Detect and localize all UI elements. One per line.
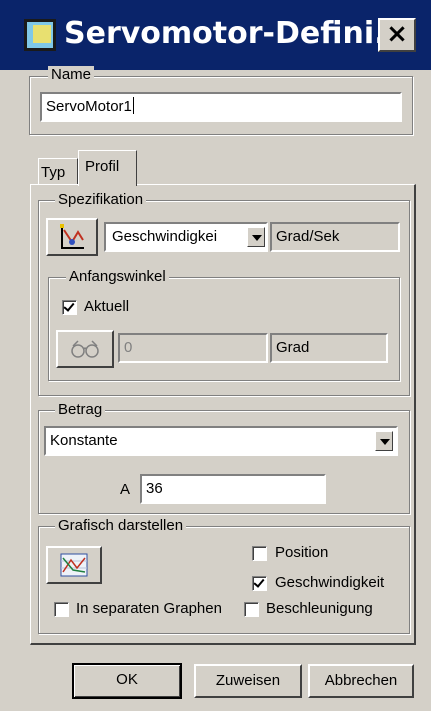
aktuell-checkbox[interactable] bbox=[62, 300, 77, 315]
name-input[interactable]: ServoMotor1 bbox=[40, 92, 402, 122]
tab-profil-label: Profil bbox=[85, 158, 120, 175]
beschleunigung-label: Beschleunigung bbox=[266, 600, 373, 617]
anfangswinkel-legend: Anfangswinkel bbox=[66, 268, 169, 286]
grafisch-legend: Grafisch darstellen bbox=[55, 517, 187, 535]
ok-button-label: OK bbox=[116, 671, 138, 688]
close-button[interactable]: × bbox=[378, 18, 416, 52]
position-checkbox[interactable] bbox=[252, 546, 267, 561]
cancel-button[interactable]: Abbrechen bbox=[308, 664, 414, 698]
geschwindigkeit-checkbox[interactable] bbox=[252, 576, 267, 591]
ok-button[interactable]: OK bbox=[72, 663, 182, 699]
aktuell-label: Aktuell bbox=[84, 298, 130, 315]
tab-profil[interactable]: Profil bbox=[78, 150, 137, 186]
betrag-select[interactable]: Konstante bbox=[44, 426, 398, 456]
anfangswinkel-value: 0 bbox=[124, 339, 133, 356]
anfangswinkel-value-field: 0 bbox=[118, 333, 268, 363]
window-app-icon bbox=[24, 19, 56, 51]
name-input-value: ServoMotor1 bbox=[46, 98, 132, 115]
betrag-legend: Betrag bbox=[55, 401, 106, 419]
separate-graphs-checkbox[interactable] bbox=[54, 602, 69, 617]
chevron-down-icon[interactable] bbox=[375, 431, 393, 451]
betrag-select-value: Konstante bbox=[50, 432, 118, 449]
anfangswinkel-unit: Grad bbox=[276, 339, 310, 356]
cancel-button-label: Abbrechen bbox=[324, 672, 398, 689]
glasses-icon bbox=[71, 340, 99, 358]
spec-type-value: Geschwindigkei bbox=[112, 228, 218, 245]
motion-spec-button[interactable] bbox=[46, 218, 98, 256]
anfangswinkel-unit-field: Grad bbox=[270, 333, 388, 363]
spec-unit-field: Grad/Sek bbox=[270, 222, 400, 252]
assign-button-label: Zuweisen bbox=[215, 672, 281, 689]
position-label: Position bbox=[275, 544, 329, 561]
beschleunigung-checkbox[interactable] bbox=[244, 602, 259, 617]
window-title: Servomotor-Defini... bbox=[64, 16, 409, 51]
graph-icon bbox=[60, 553, 88, 577]
spec-type-select[interactable]: Geschwindigkei bbox=[104, 222, 268, 252]
tab-typ[interactable]: Typ bbox=[38, 158, 78, 184]
spec-unit-value: Grad/Sek bbox=[276, 228, 340, 245]
chevron-down-icon[interactable] bbox=[247, 227, 265, 247]
assign-button[interactable]: Zuweisen bbox=[194, 664, 302, 698]
param-a-label: A bbox=[120, 481, 131, 498]
graph-button[interactable] bbox=[46, 546, 102, 584]
title-bar[interactable]: Servomotor-Defini... × bbox=[0, 0, 431, 70]
param-a-value: 36 bbox=[146, 480, 163, 497]
spezifikation-legend: Spezifikation bbox=[55, 191, 147, 209]
motion-spec-icon bbox=[60, 224, 84, 249]
param-a-input[interactable]: 36 bbox=[140, 474, 326, 504]
name-legend: Name bbox=[48, 66, 95, 84]
close-icon: × bbox=[386, 19, 408, 49]
separate-graphs-label: In separaten Graphen bbox=[76, 600, 222, 617]
measure-button[interactable] bbox=[56, 330, 114, 368]
geschwindigkeit-label: Geschwindigkeit bbox=[275, 574, 385, 591]
tab-typ-label: Typ bbox=[41, 164, 66, 181]
